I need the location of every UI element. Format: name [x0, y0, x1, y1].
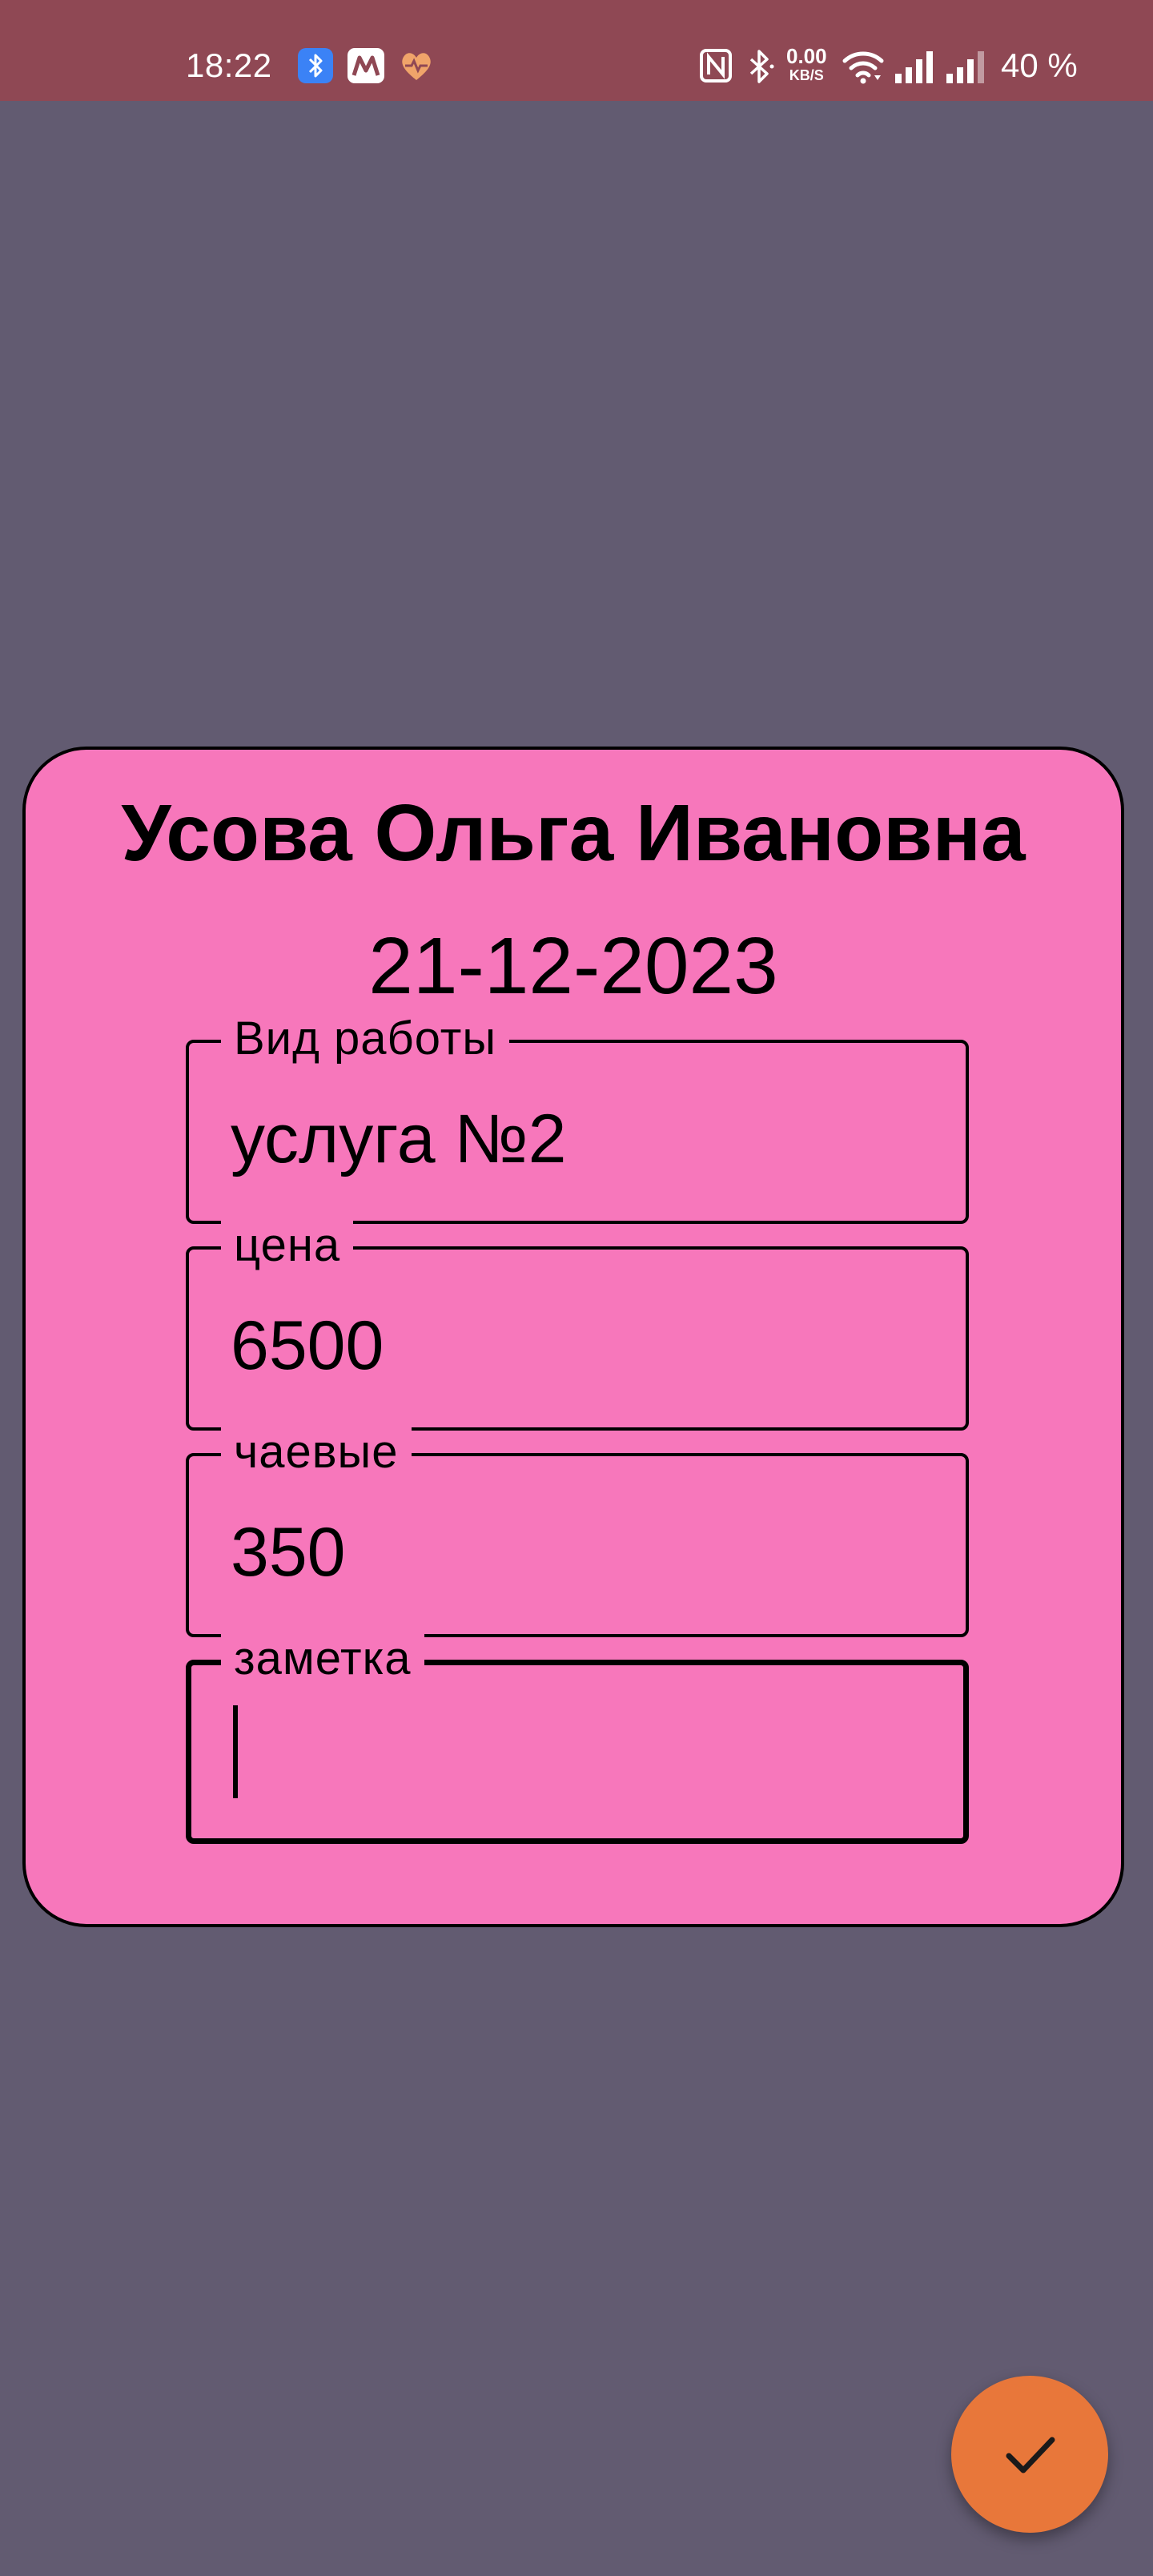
bluetooth-icon — [745, 48, 777, 85]
net-speed: 0.00 KB/S — [786, 46, 827, 85]
note-label: заметка — [221, 1634, 424, 1684]
net-speed-unit: KB/S — [789, 67, 824, 83]
client-card: Усова Ольга Ивановна 21-12-2023 Вид рабо… — [22, 747, 1124, 1927]
bluetooth-app-icon — [298, 48, 333, 83]
nfc-icon — [700, 48, 732, 85]
tips-field[interactable]: чаевые 350 — [186, 1427, 969, 1637]
text-cursor — [233, 1705, 238, 1798]
signal-icon — [894, 48, 935, 85]
battery-level: 40 % — [1001, 46, 1078, 84]
visit-date[interactable]: 21-12-2023 — [26, 918, 1121, 1014]
price-label: цена — [221, 1221, 354, 1270]
work-type-label: Вид работы — [221, 1014, 510, 1064]
price-value[interactable]: 6500 — [231, 1306, 384, 1386]
status-time: 18:22 — [186, 46, 272, 84]
save-button[interactable] — [951, 2376, 1108, 2533]
tips-value[interactable]: 350 — [231, 1512, 346, 1592]
signal-icon-2 — [945, 48, 986, 85]
wifi-icon — [842, 48, 884, 85]
net-speed-value: 0.00 — [786, 44, 827, 68]
client-name: Усова Ольга Ивановна — [121, 788, 1026, 878]
work-type-value[interactable]: услуга №2 — [231, 1099, 567, 1179]
work-type-field[interactable]: Вид работы услуга №2 — [186, 1014, 969, 1224]
price-field[interactable]: цена 6500 — [186, 1221, 969, 1431]
tips-label: чаевые — [221, 1427, 412, 1477]
health-app-icon — [399, 48, 434, 83]
status-bar: 18:22 0.00 KB/S 40 % — [0, 0, 1153, 101]
check-icon — [1006, 2437, 1055, 2473]
note-field[interactable]: заметка — [186, 1634, 969, 1844]
mail-app-icon — [348, 48, 384, 83]
